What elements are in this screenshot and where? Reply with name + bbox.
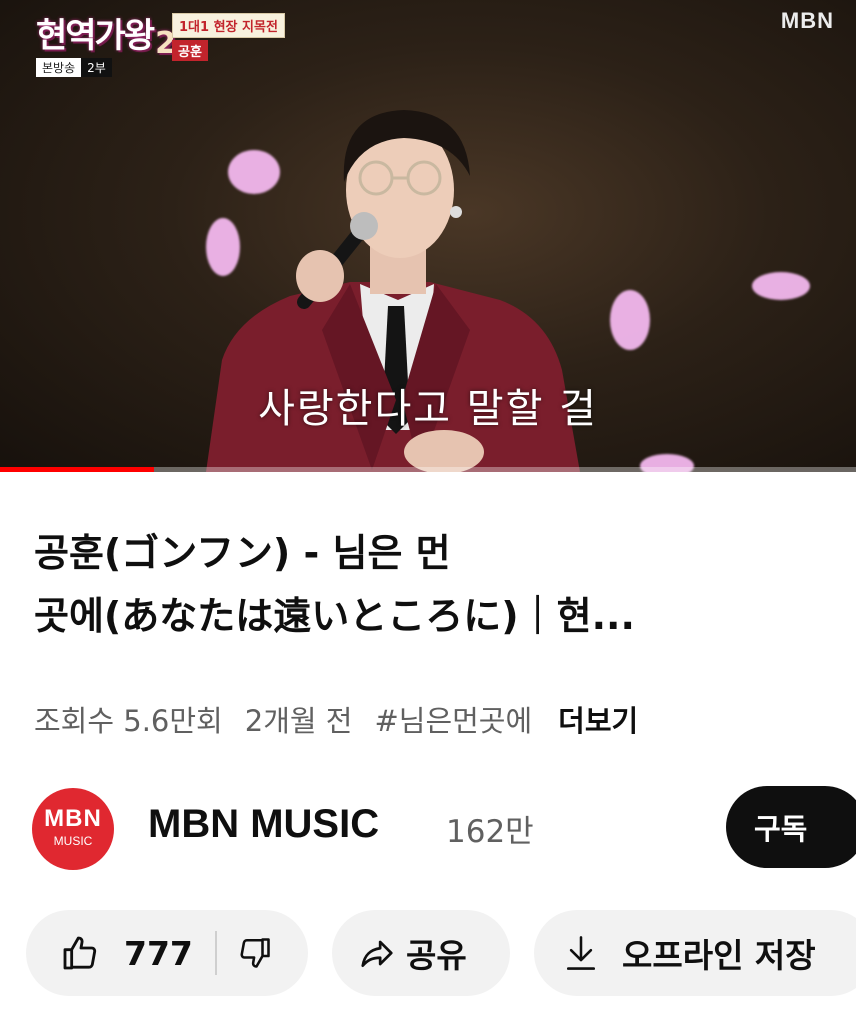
upload-age: 2개월 전 (244, 704, 353, 738)
like-count[interactable]: 777 (124, 934, 193, 973)
video-title-line1: 공훈(ゴンフン) - 님은 먼 (34, 531, 451, 575)
avatar-text-bottom: MUSIC (53, 834, 93, 848)
segment-title: 1대1 현장 지목전 (172, 13, 285, 38)
subscriber-count: 162만 (446, 814, 534, 850)
hashtag-link[interactable]: #님은먼곳에 (374, 704, 532, 738)
episode-badge: 본방송 2부 (36, 58, 112, 77)
action-bar: 777 공유 오프라인 저장 (26, 910, 856, 996)
share-icon (358, 934, 396, 972)
channel-avatar[interactable]: MBN MUSIC (32, 788, 114, 870)
subscribe-button[interactable]: 구독 (726, 786, 856, 868)
episode-label: 본방송 (36, 58, 82, 77)
share-label: 공유 (406, 936, 467, 975)
channel-name[interactable]: MBN MUSIC (148, 802, 379, 847)
video-meta[interactable]: 조회수 5.6만회 2개월 전 #님은먼곳에 더보기 (34, 698, 660, 740)
video-player[interactable]: 현역가왕2 본방송 2부 1대1 현장 지목전 공훈 MBN 사랑한다고 말할 … (0, 0, 856, 472)
share-button[interactable]: 공유 (332, 910, 510, 996)
like-dislike-pill: 777 (26, 910, 308, 996)
download-button[interactable]: 오프라인 저장 (534, 910, 856, 996)
video-subtitle: 사랑한다고 말할 걸 (258, 386, 598, 432)
segment-tag: 1대1 현장 지목전 공훈 (172, 13, 285, 61)
view-count: 조회수 5.6만회 (34, 704, 223, 738)
broadcaster-watermark: MBN (780, 8, 834, 33)
episode-part: 2부 (81, 58, 112, 77)
video-title-line2: 곳에(あなたは遠いところに)｜현... (34, 594, 635, 638)
channel-row: MBN MUSIC MBN MUSIC 162만 구독 (32, 782, 856, 870)
contestant-name: 공훈 (172, 40, 208, 61)
thumbs-down-icon[interactable] (237, 935, 273, 971)
like-divider (214, 931, 217, 975)
avatar-text-top: MBN (44, 805, 102, 832)
thumbs-up-icon[interactable] (60, 933, 100, 973)
video-title[interactable]: 공훈(ゴンフン) - 님은 먼 곳에(あなたは遠いところに)｜현... (34, 522, 834, 648)
progress-played (0, 467, 155, 472)
progress-bar[interactable] (0, 467, 856, 472)
download-icon (564, 934, 598, 972)
show-logo: 현역가왕2 (36, 8, 176, 61)
more-link[interactable]: 더보기 (558, 704, 638, 738)
download-label: 오프라인 저장 (622, 936, 816, 975)
show-logo-text: 현역가왕 (36, 16, 155, 56)
